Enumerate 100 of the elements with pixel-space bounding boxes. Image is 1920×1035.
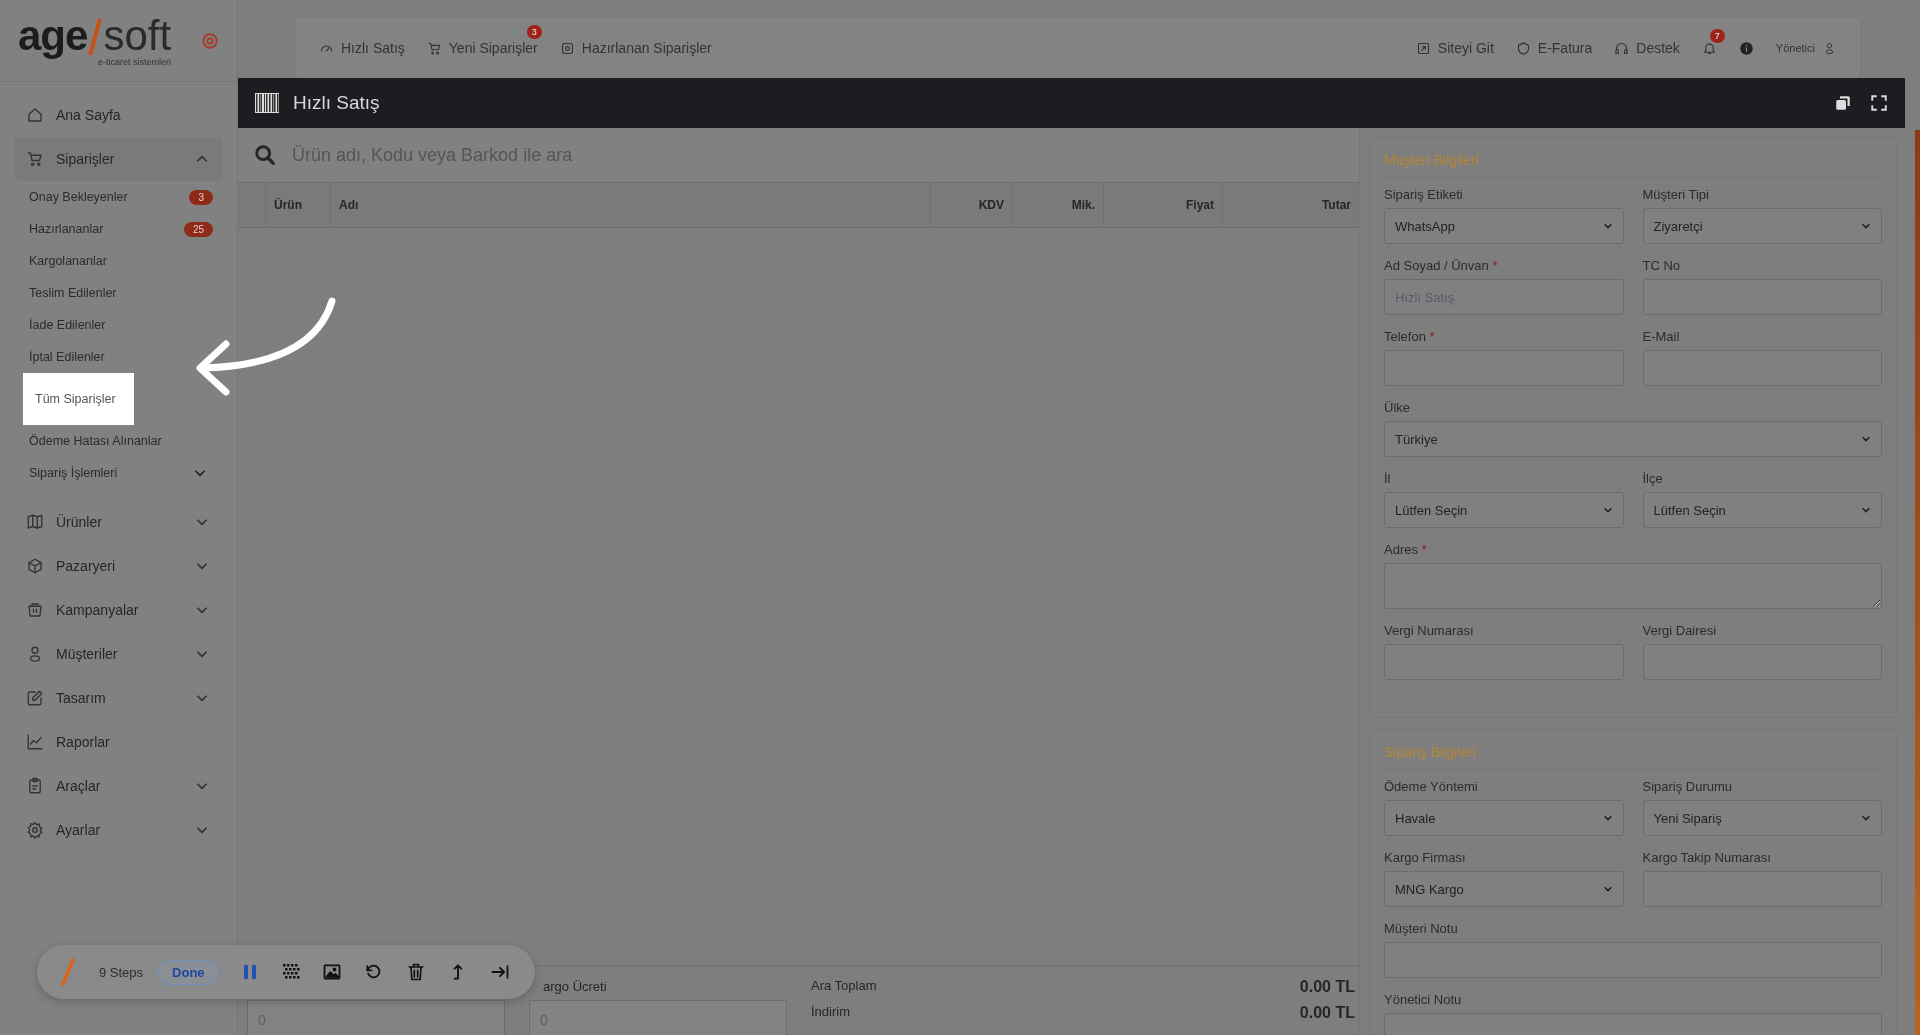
total-value: 0.00 TL bbox=[1299, 978, 1355, 996]
field-label: Yönetici Notu bbox=[1384, 991, 1463, 1008]
notification-bell-icon[interactable] bbox=[1701, 40, 1717, 56]
select-field[interactable]: Havale bbox=[1384, 800, 1624, 836]
chevron-down-icon bbox=[1861, 505, 1871, 515]
field-label: Kargo Firması bbox=[1384, 849, 1467, 866]
sidebar-item[interactable]: Tasarım bbox=[14, 676, 223, 720]
field-label: Vergi Numarası bbox=[1384, 622, 1475, 639]
field-label: Sipariş Durumu bbox=[1642, 778, 1734, 795]
select-field[interactable]: MNG Kargo bbox=[1384, 871, 1624, 907]
sidebar-subitem[interactable]: İptal Edilenler bbox=[14, 347, 115, 367]
sidebar-item[interactable]: Kampanyalar bbox=[14, 588, 223, 632]
select-field[interactable]: Lütfen Seçin bbox=[1642, 492, 1882, 528]
chevron-down-icon bbox=[1602, 505, 1613, 515]
sidebar-item[interactable]: Müşteriler bbox=[14, 632, 223, 676]
pencil-icon bbox=[26, 689, 44, 707]
sidebar-item[interactable]: Raporlar bbox=[14, 720, 223, 764]
sidebar-subitem[interactable]: Kargolananlar bbox=[14, 251, 117, 271]
sidebar-item[interactable]: Pazaryeri bbox=[14, 544, 223, 588]
field-label: Müşteri Notu bbox=[1384, 920, 1459, 937]
select-field[interactable]: Yeni Sipariş bbox=[1642, 800, 1882, 836]
cube-icon bbox=[26, 557, 44, 575]
sidebar-subitem[interactable]: Ödeme Hatası Alınanlar bbox=[14, 431, 172, 451]
select-field[interactable]: Lütfen Seçin bbox=[1384, 492, 1624, 528]
shield-icon bbox=[1515, 40, 1531, 56]
sidebar-subitem[interactable]: İade Edilenler bbox=[14, 315, 116, 335]
steps-count: 9 Steps bbox=[99, 964, 144, 980]
cart-icon bbox=[426, 40, 442, 56]
sidebar-item[interactable]: Ayarlar bbox=[14, 808, 223, 852]
logo-text: soft bbox=[103, 14, 172, 57]
sidebar-item[interactable]: Ana Sayfa bbox=[14, 93, 223, 137]
logo-tagline: e-ticaret sistemleri bbox=[98, 56, 172, 67]
sidebar-subitem[interactable]: Onay Bekleyenler 3 bbox=[14, 187, 223, 207]
sidebar-subitem[interactable]: Teslim Edilenler bbox=[14, 283, 127, 303]
column-header: KDV bbox=[930, 183, 1012, 227]
field-label: Kargo Takip Numarası bbox=[1642, 849, 1772, 866]
total-label: Ara Toplam bbox=[811, 978, 877, 995]
slash-icon bbox=[87, 16, 104, 57]
sidebar-item[interactable]: Araçlar bbox=[14, 764, 223, 808]
total-value: 0.00 TL bbox=[1299, 1004, 1355, 1022]
done-button[interactable]: Done bbox=[157, 959, 220, 985]
nav-link[interactable]: Destek bbox=[1614, 40, 1680, 56]
settings-icon bbox=[26, 821, 44, 839]
logo-text: age bbox=[18, 14, 88, 57]
nav-link[interactable]: E-Fatura bbox=[1515, 40, 1593, 56]
scrollbar[interactable] bbox=[1915, 130, 1920, 1035]
field-label: Ödeme Yöntemi bbox=[1384, 778, 1479, 795]
clipboard-icon bbox=[26, 777, 44, 795]
cart-icon bbox=[26, 150, 44, 168]
chevron-down-icon bbox=[1602, 221, 1613, 231]
nav-link[interactable]: Hızlı Satış bbox=[319, 40, 405, 56]
nav-link[interactable]: Hazırlanan Siparişler bbox=[559, 40, 712, 56]
column-header: Adı bbox=[330, 183, 930, 227]
total-label: İndirim bbox=[811, 1004, 850, 1021]
field-label: Müşteri Tipi bbox=[1642, 186, 1710, 203]
field-label: İlçe bbox=[1642, 470, 1664, 487]
sidebar-item[interactable]: Siparişler bbox=[14, 137, 223, 181]
chevron-down-icon bbox=[1861, 813, 1871, 823]
nav-link[interactable]: Siteyi Git bbox=[1415, 40, 1494, 56]
home-icon bbox=[26, 106, 44, 124]
field-label: Ad Soyad / Ünvan * bbox=[1384, 257, 1499, 274]
search-icon bbox=[254, 144, 276, 166]
column-header: Mik. bbox=[1012, 183, 1103, 227]
column-header: Fiyat bbox=[1103, 183, 1222, 227]
chart-icon bbox=[26, 733, 44, 751]
box-icon bbox=[559, 40, 575, 56]
info-icon[interactable] bbox=[1738, 40, 1754, 56]
section-title: Sipariş Bilgileri bbox=[1384, 744, 1882, 770]
field-label: argo Ücreti bbox=[542, 978, 607, 994]
pause-icon[interactable] bbox=[241, 963, 258, 981]
column-header: Ürün bbox=[265, 183, 330, 227]
select-field[interactable]: Ziyaretçi bbox=[1642, 208, 1882, 244]
select-field[interactable]: WhatsApp bbox=[1384, 208, 1624, 244]
sidebar-subitem[interactable]: Tüm Siparişler bbox=[23, 373, 134, 425]
field-label: E-Mail bbox=[1642, 328, 1681, 345]
field-label: Ülke bbox=[1384, 399, 1411, 416]
field-label: İl bbox=[1384, 470, 1392, 487]
fullscreen-icon[interactable] bbox=[1870, 94, 1888, 112]
skip-to-end-icon[interactable] bbox=[489, 962, 510, 982]
count-badge: 25 bbox=[183, 221, 213, 237]
section-title: Müşteri Bilgileri bbox=[1384, 152, 1882, 178]
panel-title: Hızlı Satış bbox=[293, 92, 380, 114]
count-badge: 7 bbox=[1709, 28, 1725, 43]
windows-icon[interactable] bbox=[1834, 94, 1852, 112]
headset-icon bbox=[1614, 40, 1630, 56]
sidebar-subitem[interactable]: Hazırlananlar 25 bbox=[14, 219, 223, 239]
chevron-down-icon bbox=[1861, 434, 1871, 444]
user-icon[interactable] bbox=[1823, 41, 1836, 55]
chevron-down-icon bbox=[1602, 813, 1613, 823]
chevron-down-icon bbox=[1602, 884, 1613, 894]
chevron-down-icon bbox=[1861, 221, 1871, 231]
column-header: Tutar bbox=[1222, 183, 1359, 227]
barcode-icon bbox=[255, 93, 279, 113]
select-field[interactable]: Türkiye bbox=[1384, 421, 1882, 457]
sidebar-item[interactable]: Ürünler bbox=[14, 500, 223, 544]
field-label: TC No bbox=[1642, 257, 1682, 274]
image-icon[interactable] bbox=[321, 962, 342, 982]
sidebar-subitem[interactable]: Sipariş İşlemleri bbox=[14, 463, 223, 483]
user-name[interactable]: Yönetici bbox=[1775, 42, 1815, 54]
count-badge: 3 bbox=[189, 189, 213, 205]
